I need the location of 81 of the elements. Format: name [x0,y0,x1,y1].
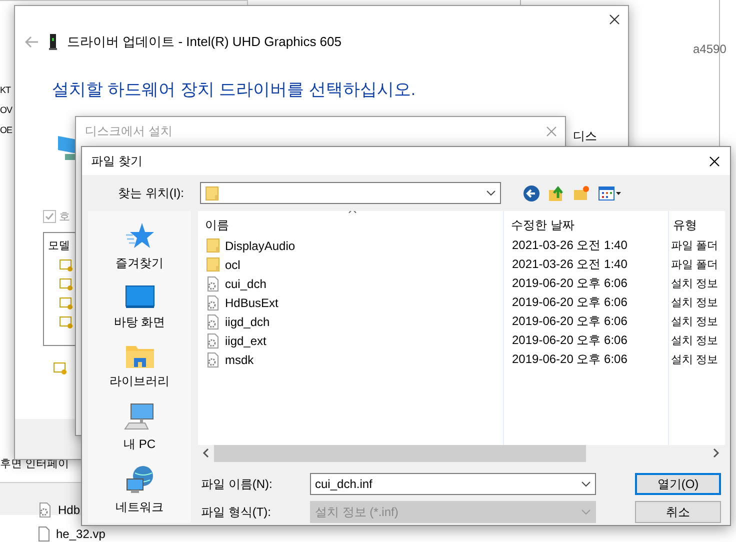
field-label: 파일 이름(N): [200,476,274,492]
library-folder-icon [124,343,154,369]
places-item[interactable]: 네트워크 [116,465,164,516]
checkbox[interactable] [43,210,56,223]
file-name-field[interactable]: cui_dch.inf [310,473,596,495]
file-type: 파일 폴더 [671,258,718,272]
tree-item-text: OV [0,104,12,117]
folder-icon [206,238,220,253]
date-modified: 2019-06-20 오후 6:06 [512,351,628,368]
date-modified: 2021-03-26 오전 1:40 [512,237,628,254]
file-name[interactable]: ocl [225,258,240,272]
file-name[interactable]: HdBusExt [225,296,278,310]
dialog-title: 디스크에서 설치 [85,123,172,140]
device-icon [49,34,57,50]
open-button[interactable]: 열기(O) [635,473,721,495]
text-fragment: 디스 [573,128,597,145]
star-icon [124,221,154,251]
places-item[interactable]: 바탕 화면 [114,284,166,331]
folder-up-icon[interactable] [548,184,565,202]
window-title: 드라이버 업데이트 - Intel(R) UHD Graphics 605 [67,33,342,51]
file-type: 설치 정보 [671,296,718,310]
file-name[interactable]: cui_dch [225,276,266,290]
driver-icon [59,315,73,329]
chevron-down-icon [581,509,591,515]
column-header[interactable]: 수정한 날짜 [504,214,668,236]
places-item[interactable]: 라이브러리 [110,343,170,390]
driver-icon [59,258,73,272]
date-modified: 2019-06-20 오후 6:06 [512,313,628,330]
scrollbar-thumb[interactable] [214,444,586,462]
folder-icon [205,186,219,200]
file-name: he_32.vp [56,527,106,541]
dialog-title: 파일 찾기 [91,152,142,170]
settings-file-icon [206,352,220,368]
file-name: Hdb [58,503,80,517]
new-folder-icon[interactable] [573,184,590,202]
cancel-button[interactable]: 취소 [635,501,721,523]
settings-file-icon [206,332,220,348]
places-item[interactable]: 내 PC [123,402,156,453]
settings-file-icon [206,314,220,330]
file-type: 파일 폴더 [671,239,718,253]
text-fragment: a4590 [693,42,726,56]
driver-icon [53,361,67,375]
field-label: 찾는 위치(I): [118,184,184,202]
file-name[interactable]: iigd_dch [225,314,270,328]
tree-item-text: OE [0,124,12,137]
driver-icon [59,296,73,310]
scroll-right-icon [712,448,720,458]
column-header[interactable]: 이름 [198,214,503,236]
computer-icon [124,402,154,432]
scroll-left-icon [202,448,210,458]
column-header[interactable]: 유형 [669,214,725,236]
file-type: 설치 정보 [671,277,718,291]
settings-file-icon [38,502,52,518]
column-header: 모델 [48,239,70,253]
tree-item-text: KT [0,84,12,97]
settings-file-icon [206,276,220,292]
file-name[interactable]: msdk [225,352,254,366]
date-modified: 2019-06-20 오후 6:06 [512,332,628,349]
folder-icon [206,257,220,272]
network-globe-icon [124,465,154,495]
chevron-down-icon [581,481,591,487]
location-dropdown[interactable] [200,182,501,204]
page-heading: 설치할 하드웨어 장치 드라이버를 선택하십시오. [52,79,417,101]
checkbox-label: 호 [59,210,70,224]
file-type: 설치 정보 [671,315,718,329]
file-name[interactable]: DisplayAudio [225,238,296,252]
driver-icon [59,277,73,291]
file-type: 설치 정보 [671,353,718,367]
field-label: 파일 형식(T): [200,504,272,520]
file-type: 설치 정보 [671,334,718,348]
close-icon[interactable] [709,156,720,166]
date-modified: 2019-06-20 오후 6:06 [512,294,628,311]
monitor-icon [124,284,154,310]
close-icon[interactable] [609,14,620,25]
date-modified: 2019-06-20 오후 6:06 [512,275,628,292]
file-name[interactable]: iigd_ext [225,334,266,348]
date-modified: 2021-03-26 오전 1:40 [512,256,628,273]
places-item[interactable]: 즐겨찾기 [116,221,164,272]
chevron-down-icon [486,190,496,196]
view-menu-icon[interactable] [598,184,622,202]
settings-file-icon [206,294,220,310]
